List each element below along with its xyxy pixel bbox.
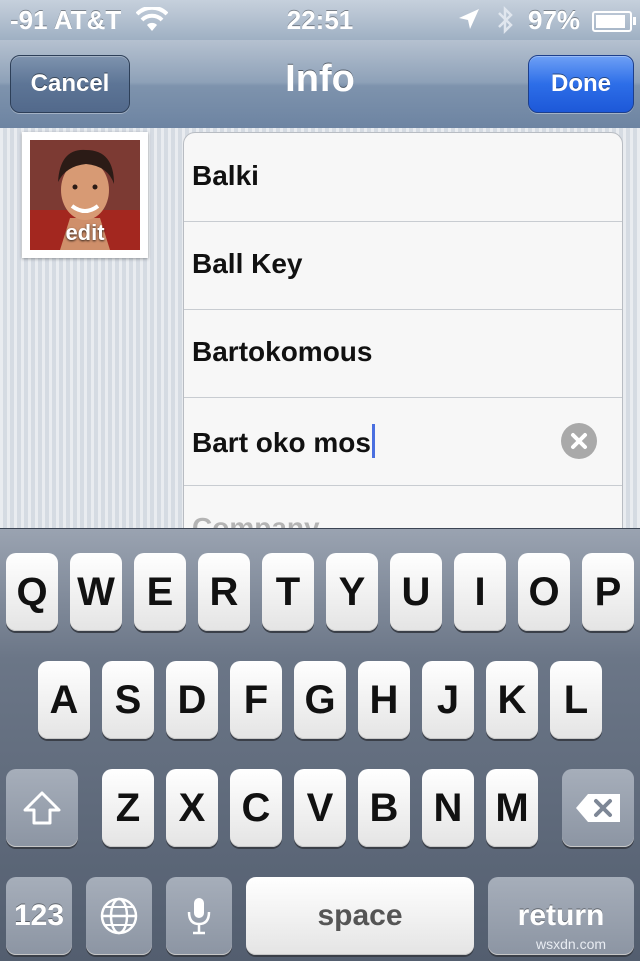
phonetic-last-name-value: Bart oko mos — [192, 427, 371, 458]
key-z[interactable]: Z — [102, 769, 154, 847]
space-key[interactable]: space — [246, 877, 474, 955]
phonetic-last-name-field[interactable]: Bart oko mos — [184, 397, 622, 486]
key-c[interactable]: C — [230, 769, 282, 847]
location-arrow-icon — [458, 8, 480, 35]
key-v[interactable]: V — [294, 769, 346, 847]
company-field[interactable]: Company — [184, 485, 622, 528]
key-d[interactable]: D — [166, 661, 218, 739]
delete-key[interactable] — [562, 769, 634, 847]
clear-text-icon[interactable] — [561, 423, 597, 459]
watermark: wsxdn.com — [536, 936, 607, 952]
key-n[interactable]: N — [422, 769, 474, 847]
last-name-field[interactable]: Bartokomous — [184, 309, 622, 398]
name-fields-group: Balki Ball Key Bartokomous Bart oko mos … — [183, 132, 623, 528]
key-s[interactable]: S — [102, 661, 154, 739]
phonetic-first-name-value: Ball Key — [192, 248, 303, 279]
contact-photo-button[interactable]: edit — [22, 132, 148, 258]
last-name-value: Bartokomous — [192, 336, 373, 367]
microphone-icon — [187, 898, 211, 935]
key-h[interactable]: H — [358, 661, 410, 739]
globe-key[interactable] — [86, 877, 152, 955]
company-placeholder: Company — [192, 512, 320, 528]
key-g[interactable]: G — [294, 661, 346, 739]
battery-icon — [592, 11, 636, 32]
status-bar: -91 AT&T 22:51 97% — [0, 0, 640, 40]
key-t[interactable]: T — [262, 553, 314, 631]
key-w[interactable]: W — [70, 553, 122, 631]
numbers-key[interactable]: 123 — [6, 877, 72, 955]
key-j[interactable]: J — [422, 661, 474, 739]
backspace-icon — [576, 794, 620, 822]
key-q[interactable]: Q — [6, 553, 58, 631]
dictation-key[interactable] — [166, 877, 232, 955]
navigation-bar: Cancel Info Done — [0, 40, 640, 129]
battery-nub — [633, 17, 636, 25]
key-x[interactable]: X — [166, 769, 218, 847]
contact-photo: edit — [30, 140, 140, 250]
key-r[interactable]: R — [198, 553, 250, 631]
key-u[interactable]: U — [390, 553, 442, 631]
shift-arrow-icon — [23, 791, 61, 825]
key-a[interactable]: A — [38, 661, 90, 739]
globe-icon — [100, 897, 138, 935]
phonetic-last-name-wrapper: Bart oko mos — [192, 424, 375, 459]
key-m[interactable]: M — [486, 769, 538, 847]
text-cursor — [371, 424, 375, 458]
edit-photo-label: edit — [65, 220, 105, 245]
battery-percent: 97% — [528, 5, 581, 35]
key-e[interactable]: E — [134, 553, 186, 631]
key-i[interactable]: I — [454, 553, 506, 631]
key-p[interactable]: P — [582, 553, 634, 631]
first-name-value: Balki — [192, 160, 259, 191]
keyboard: Q W E R T Y U I O P A S D F G H J K L Z … — [0, 528, 640, 961]
first-name-field[interactable]: Balki — [184, 133, 622, 222]
contact-edit-area: edit Balki Ball Key Bartokomous Bart oko… — [0, 128, 640, 528]
bluetooth-icon — [496, 5, 514, 40]
key-f[interactable]: F — [230, 661, 282, 739]
done-button[interactable]: Done — [528, 55, 634, 113]
key-y[interactable]: Y — [326, 553, 378, 631]
key-o[interactable]: O — [518, 553, 570, 631]
key-l[interactable]: L — [550, 661, 602, 739]
key-b[interactable]: B — [358, 769, 410, 847]
battery-fill — [596, 15, 625, 28]
phonetic-first-name-field[interactable]: Ball Key — [184, 221, 622, 310]
shift-key[interactable] — [6, 769, 78, 847]
key-k[interactable]: K — [486, 661, 538, 739]
